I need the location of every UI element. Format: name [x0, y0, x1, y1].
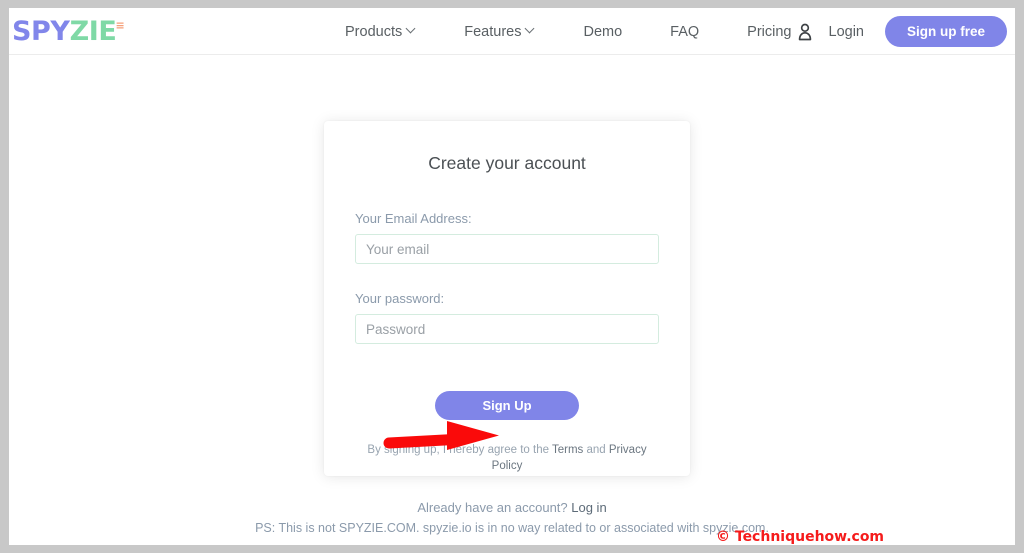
chevron-down-icon — [526, 25, 535, 34]
site-header: SPYZIE≡ Products Features Demo FAQ Prici… — [9, 8, 1015, 55]
terms-link[interactable]: Terms — [552, 444, 583, 456]
signup-free-button[interactable]: Sign up free — [884, 16, 1007, 47]
nav-label-products: Products — [345, 23, 403, 40]
nav-label-faq: FAQ — [670, 23, 700, 40]
email-field[interactable] — [355, 234, 659, 264]
nav-item-demo[interactable]: Demo — [559, 24, 646, 40]
screenshot-frame: SPYZIE≡ Products Features Demo FAQ Prici… — [0, 0, 1024, 553]
sign-up-button[interactable]: Sign Up — [435, 391, 579, 420]
log-in-link[interactable]: Log in — [571, 500, 606, 515]
already-account-text: Already have an account? — [417, 500, 572, 515]
already-account-row: Already have an account? Log in — [9, 500, 1015, 515]
main-navigation: Products Features Demo FAQ Pricing — [337, 8, 816, 55]
logo-mark-icon: ≡ — [115, 19, 125, 32]
signup-card: Create your account Your Email Address: … — [324, 121, 690, 476]
terms-conjunction: and — [583, 444, 609, 456]
spyzie-logo[interactable]: SPYZIE≡ — [12, 16, 125, 47]
password-label: Your password: — [355, 291, 445, 306]
header-actions: Login Sign up free — [795, 8, 1007, 55]
nav-label-demo: Demo — [583, 23, 623, 40]
chevron-down-icon — [407, 25, 416, 34]
page-title: Create your account — [428, 153, 586, 173]
terms-prefix: By signing up, I hereby agree to the — [367, 444, 552, 456]
logo-text-primary: SPY — [12, 16, 70, 47]
email-label: Your Email Address: — [355, 211, 472, 226]
logo-text-secondary: ZIE — [69, 16, 117, 47]
nav-item-faq[interactable]: FAQ — [646, 24, 723, 40]
nav-item-products[interactable]: Products — [337, 24, 440, 40]
watermark-credit: © Techniquehow.com — [716, 529, 885, 545]
page-content: Create your account Your Email Address: … — [9, 56, 1015, 545]
nav-label-features: Features — [464, 23, 522, 40]
browser-viewport: SPYZIE≡ Products Features Demo FAQ Prici… — [9, 8, 1015, 545]
login-link[interactable]: Login — [829, 24, 864, 40]
terms-notice: By signing up, I hereby agree to the Ter… — [355, 442, 659, 474]
user-icon[interactable] — [795, 22, 815, 42]
password-field[interactable] — [355, 314, 659, 344]
nav-label-pricing: Pricing — [747, 23, 792, 40]
nav-item-features[interactable]: Features — [440, 24, 559, 40]
